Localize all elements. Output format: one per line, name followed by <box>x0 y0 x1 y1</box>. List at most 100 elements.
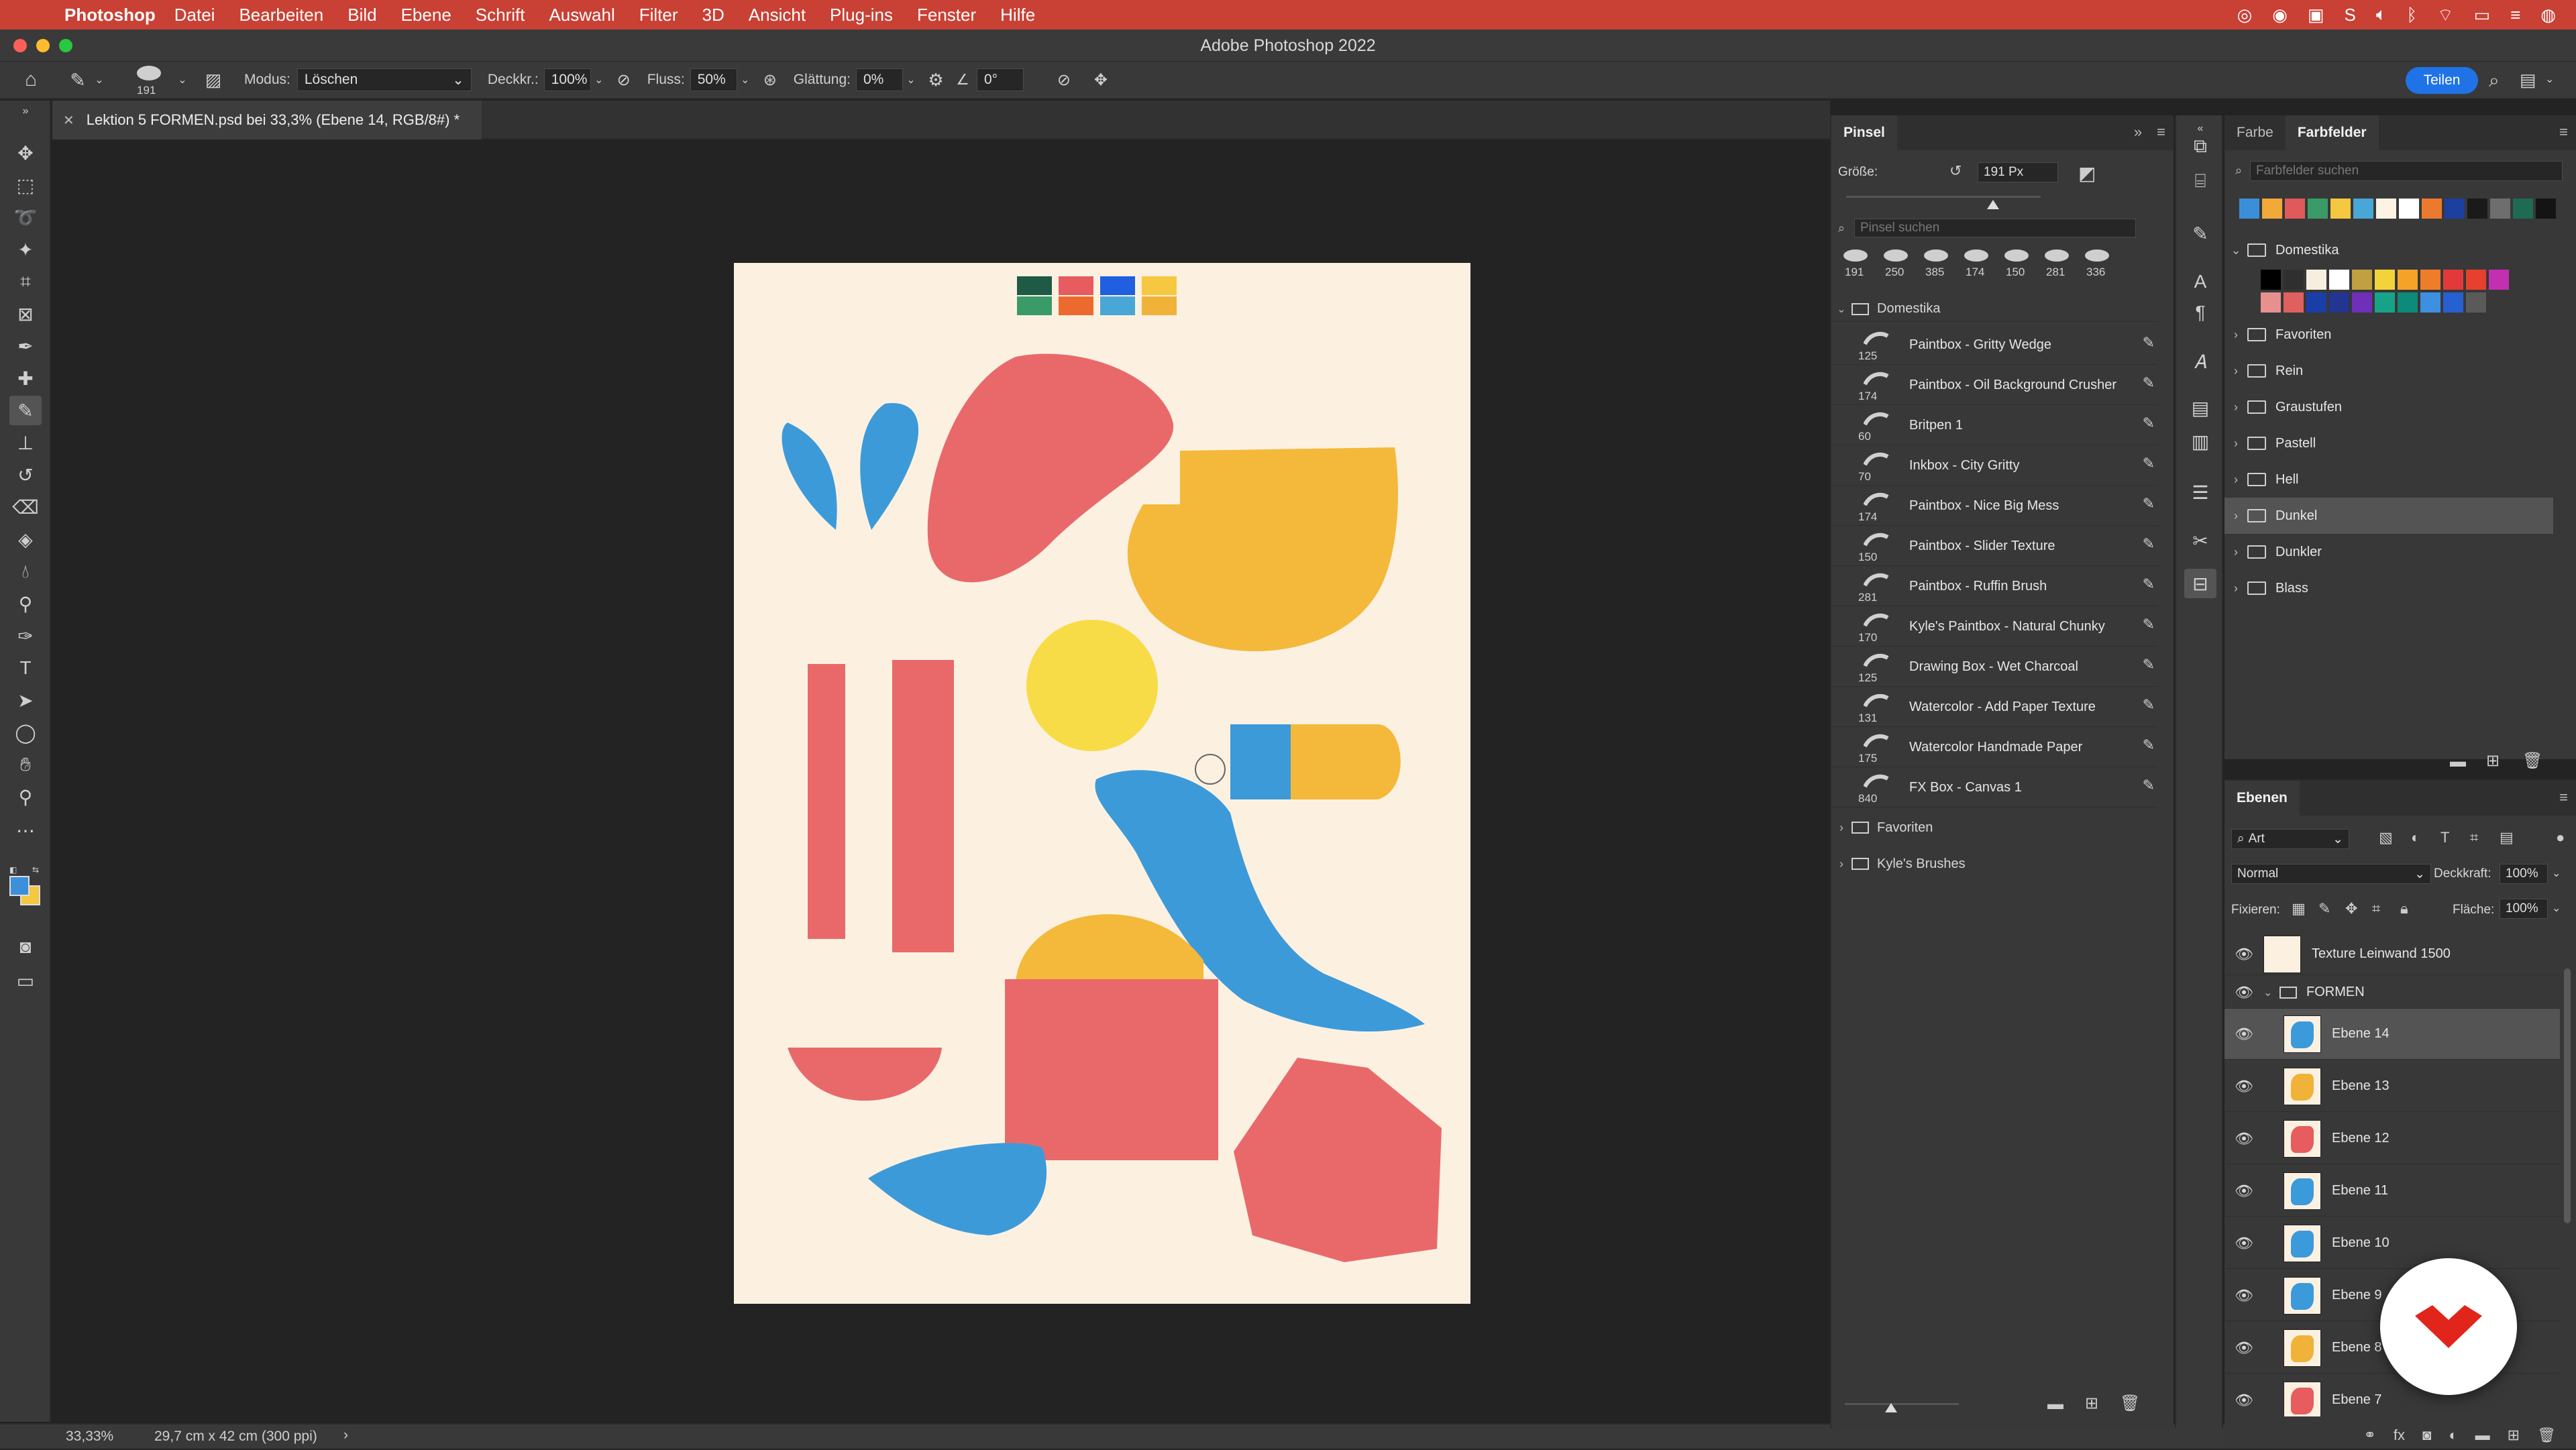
swatch[interactable] <box>2490 199 2510 219</box>
link-layers-icon[interactable]: ⚭ <box>2363 1427 2375 1444</box>
swatch[interactable] <box>2262 199 2282 219</box>
swatch[interactable] <box>2466 292 2486 313</box>
visibility-eye-icon[interactable]: 👁︎ <box>2224 1025 2263 1043</box>
recent-brush-6[interactable]: 336 <box>2078 247 2116 280</box>
collapse-panel-icon[interactable]: » <box>2127 114 2149 150</box>
recent-brush-3[interactable]: 174 <box>1957 247 1995 280</box>
brush-tool-icon[interactable]: ✎ <box>9 396 42 425</box>
lock-transparency-icon[interactable]: ▦ <box>2292 900 2306 917</box>
brush-item[interactable]: 840 FX Box - Canvas 1 ✎ <box>1831 769 2157 807</box>
menu-bild[interactable]: Bild <box>347 5 376 25</box>
menu-plugins[interactable]: Plug-ins <box>830 5 893 25</box>
swatch[interactable] <box>2261 292 2281 313</box>
swatch-folder[interactable]: › Graustufen <box>2224 389 2553 425</box>
layer-row[interactable]: 👁︎ Ebene 13 <box>2224 1061 2560 1112</box>
menu-bearbeiten[interactable]: Bearbeiten <box>239 5 323 25</box>
layer-row[interactable]: 👁︎ Ebene 12 <box>2224 1113 2560 1164</box>
swatch[interactable] <box>2239 199 2259 219</box>
pencil-icon[interactable]: ✎ <box>2143 414 2155 432</box>
fx-icon[interactable]: fx <box>2394 1427 2405 1444</box>
foreground-color[interactable] <box>9 876 30 896</box>
flow-input[interactable]: 50% <box>690 68 737 91</box>
stamp-tool-icon[interactable]: ⊥ <box>9 428 42 457</box>
layer-comps-icon[interactable]: ⊟ <box>2184 569 2216 598</box>
recent-brush-1[interactable]: 250 <box>1877 247 1915 280</box>
character-icon[interactable]: A <box>2184 267 2216 296</box>
brush-settings-icon[interactable]: ▨ <box>199 70 228 91</box>
menu-filter[interactable]: Filter <box>639 5 678 25</box>
swatch-folder[interactable]: › Pastell <box>2224 425 2553 461</box>
pencil-icon[interactable]: ✎ <box>2143 374 2155 392</box>
new-layer-icon[interactable]: ⊞ <box>2508 1427 2520 1444</box>
new-swatch-icon[interactable]: ⊞ <box>2486 751 2500 771</box>
swatch[interactable] <box>2443 270 2463 290</box>
chevron-down-icon[interactable]: ⌄ <box>174 73 191 87</box>
brush-group-kyles[interactable]: › Kyle's Brushes <box>1831 846 2157 881</box>
filter-smart-icon[interactable]: ▤ <box>2500 829 2514 846</box>
brush-item[interactable]: 125 Drawing Box - Wet Charcoal ✎ <box>1831 648 2157 687</box>
eyedropper-tool-icon[interactable]: ✒ <box>9 331 42 361</box>
swatch[interactable] <box>2306 292 2326 313</box>
collapse-toolbar-icon[interactable]: » <box>9 105 42 118</box>
swatch[interactable] <box>2513 199 2533 219</box>
swatch-search-input[interactable]: Farbfelder suchen <box>2250 161 2563 181</box>
zoom-tool-icon[interactable]: ⚲ <box>9 782 42 812</box>
lock-pixels-icon[interactable]: ✎ <box>2318 900 2330 917</box>
brush-item[interactable]: 281 Paintbox - Ruffin Brush ✎ <box>1831 567 2157 606</box>
document-tab[interactable]: ✕ Lektion 5 FORMEN.psd bei 33,3% (Ebene … <box>52 101 482 140</box>
chevron-down-icon[interactable]: ⌄ <box>903 73 919 87</box>
brush-item[interactable]: 150 Paintbox - Slider Texture ✎ <box>1831 527 2157 566</box>
swatch[interactable] <box>2466 270 2486 290</box>
pencil-icon[interactable]: ✎ <box>2143 535 2155 553</box>
brush-item[interactable]: 170 Kyle's Paintbox - Natural Chunky ✎ <box>1831 608 2157 647</box>
brush-preset-picker[interactable]: 191 <box>127 62 174 97</box>
brush-search-input[interactable]: Pinsel suchen <box>1854 219 2136 237</box>
swatch[interactable] <box>2375 270 2395 290</box>
brush-group-favoriten[interactable]: › Favoriten <box>1831 810 2157 845</box>
color-swatches[interactable]: ◧ ⇆ <box>7 865 47 905</box>
brush-item[interactable]: 60 Britpen 1 ✎ <box>1831 406 2157 445</box>
battery-icon[interactable]: ▭ <box>2474 5 2491 25</box>
brush-item[interactable]: 131 Watercolor - Add Paper Texture ✎ <box>1831 688 2157 727</box>
close-tab-icon[interactable]: ✕ <box>63 112 74 129</box>
healing-tool-icon[interactable]: ✚ <box>9 364 42 393</box>
brush-size-input[interactable]: 191 Px <box>1978 162 2058 182</box>
layer-row[interactable]: 👁︎ Texture Leinwand 1500 <box>2224 934 2560 975</box>
bluetooth-icon[interactable]: ᛒ <box>2407 5 2418 25</box>
pencil-icon[interactable]: ✎ <box>2143 696 2155 714</box>
new-group-icon[interactable]: ▬ <box>2475 1427 2490 1444</box>
trash-icon[interactable]: 🗑︎ <box>2522 751 2542 771</box>
adjustment-layer-icon[interactable]: ◐ <box>2449 1427 2457 1444</box>
visibility-eye-icon[interactable]: 👁︎ <box>2224 1182 2263 1200</box>
chevron-down-icon[interactable]: ⌄ <box>2263 986 2279 999</box>
properties-icon[interactable]: ⌸ <box>2184 166 2216 196</box>
swatch[interactable] <box>2329 270 2349 290</box>
mode-select[interactable]: Löschen ⌄ <box>297 68 472 91</box>
recent-brush-2[interactable]: 385 <box>1917 247 1955 280</box>
swatch[interactable] <box>2489 270 2509 290</box>
status-menu-arrow[interactable]: › <box>343 1427 348 1443</box>
chevron-down-icon[interactable]: ⌄ <box>2552 901 2561 915</box>
dodge-tool-icon[interactable]: ⚲ <box>9 589 42 618</box>
pencil-icon[interactable]: ✎ <box>2143 736 2155 754</box>
artboard[interactable] <box>734 263 1470 1304</box>
visibility-eye-icon[interactable]: 👁︎ <box>2224 1078 2263 1095</box>
swatch[interactable] <box>2261 270 2281 290</box>
default-colors-icon[interactable]: ◧ <box>9 865 19 875</box>
angle-input[interactable]: 0° <box>976 68 1024 91</box>
swatch[interactable] <box>2352 292 2372 313</box>
wifi-icon[interactable]: ⌔ <box>2437 4 2453 26</box>
paragraph-icon[interactable]: ¶ <box>2184 298 2216 327</box>
brush-item[interactable]: 174 Paintbox - Nice Big Mess ✎ <box>1831 487 2157 526</box>
swatch[interactable] <box>2306 270 2326 290</box>
pencil-icon[interactable]: ✎ <box>2143 616 2155 633</box>
menu-ebene[interactable]: Ebene <box>401 5 451 25</box>
sync-icon[interactable]: ◉ <box>2272 5 2288 25</box>
filter-shape-icon[interactable]: ⌗ <box>2470 829 2478 846</box>
pencil-icon[interactable]: ✎ <box>2143 575 2155 593</box>
more-tools-icon[interactable]: ⋯ <box>9 816 42 845</box>
zoom-level[interactable]: 33,33% <box>66 1429 113 1445</box>
filter-pixel-icon[interactable]: ▧ <box>2379 829 2393 846</box>
hand-tool-icon[interactable]: ✋︎ <box>9 750 42 779</box>
new-brush-icon[interactable]: ◩ <box>2078 162 2096 184</box>
